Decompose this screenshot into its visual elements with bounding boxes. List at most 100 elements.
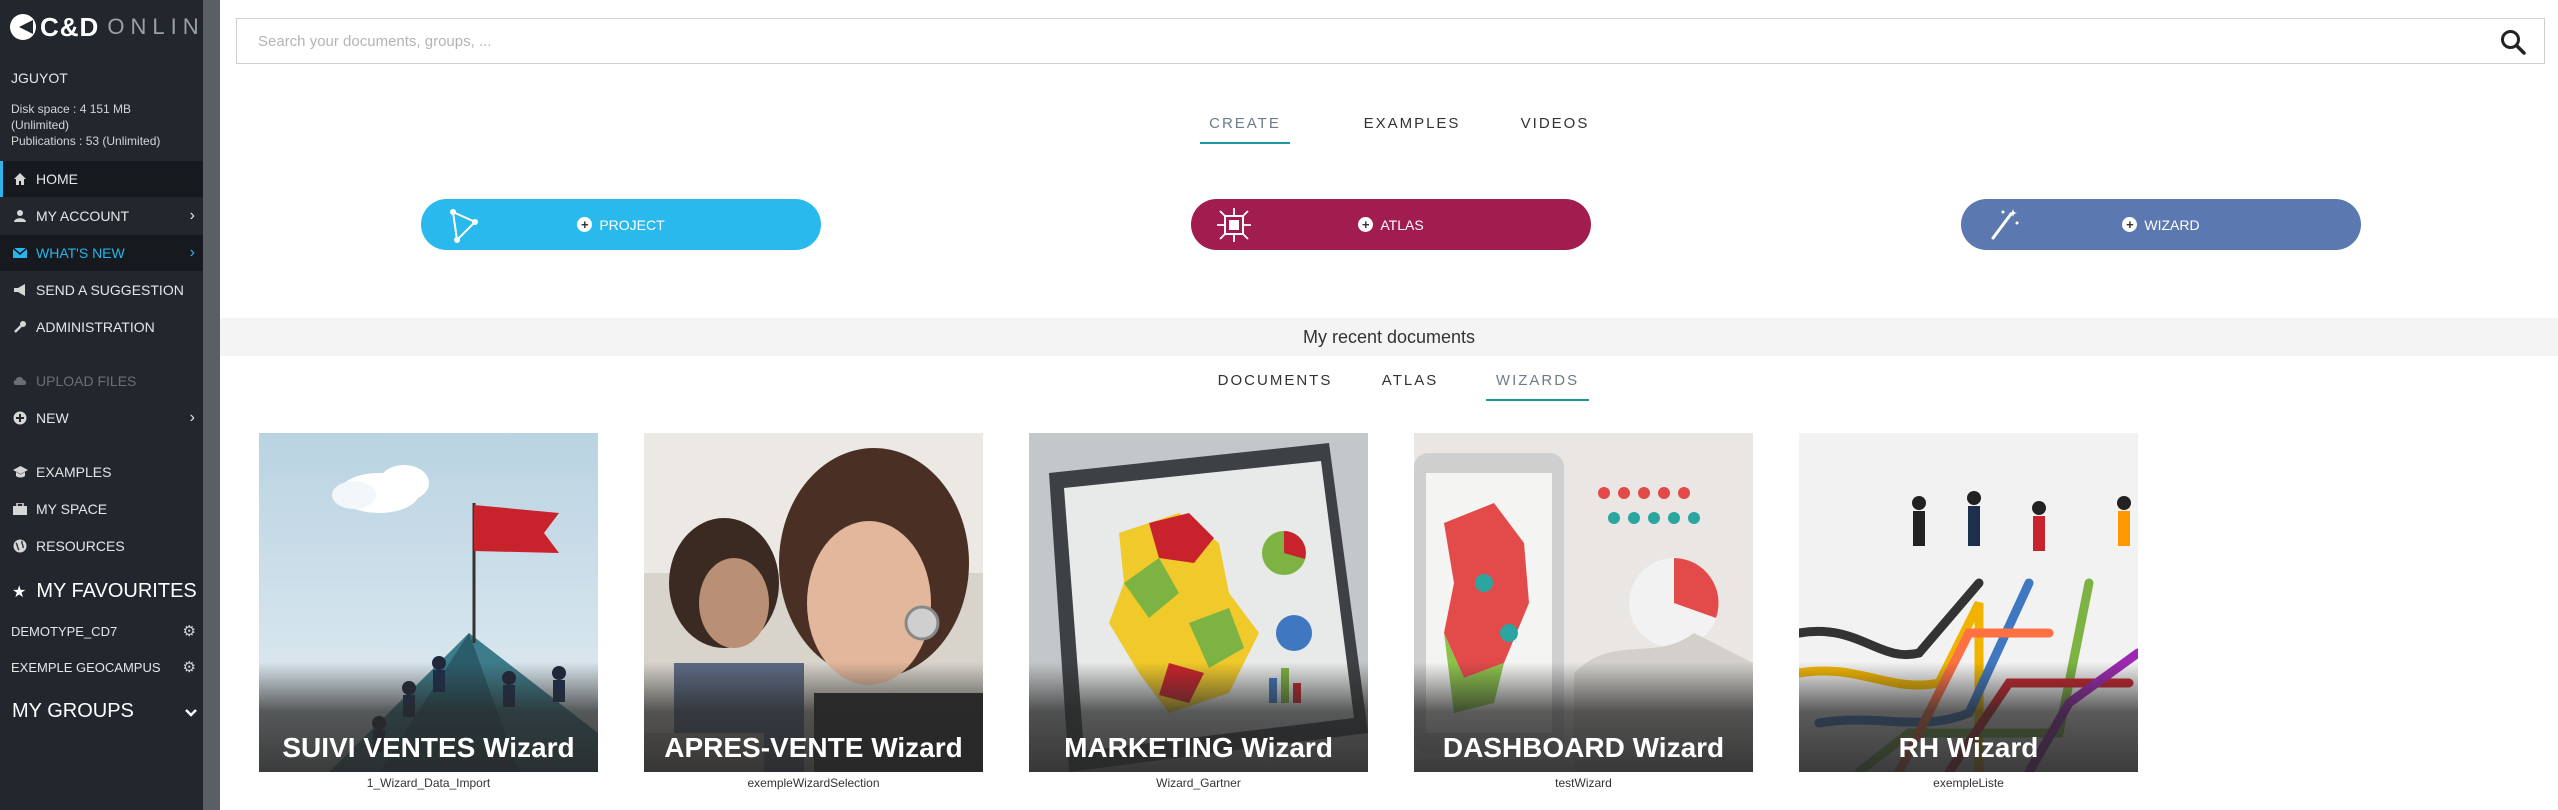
- favourite-label: DEMOTYPE_CD7: [11, 623, 118, 639]
- favourites-title: MY FAVOURITES: [36, 580, 197, 602]
- disk-unlimited: (Unlimited): [11, 118, 70, 132]
- sidebar-item-new[interactable]: NEW ›: [0, 400, 203, 436]
- wizard-card[interactable]: RH Wizard exempleListe: [1799, 433, 2138, 790]
- sidebar-item-label: HOME: [36, 171, 78, 187]
- star-icon: ★: [12, 583, 27, 601]
- card-title: APRES-VENTE Wizard: [664, 732, 963, 763]
- sidebar-item-label: EXAMPLES: [36, 464, 112, 480]
- app-logo[interactable]: C&D ONLINE: [10, 10, 225, 44]
- favourite-item[interactable]: EXEMPLE GEOCAMPUS ⚙: [11, 658, 196, 676]
- wizard-card[interactable]: DASHBOARD Wizard testWizard: [1414, 433, 1753, 790]
- recent-documents-title: My recent documents: [1302, 326, 1476, 347]
- card-thumbnail: SUIVI VENTES Wizard: [259, 433, 598, 772]
- wrench-icon: [12, 319, 28, 335]
- sidebar-item-label: WHAT'S NEW: [36, 245, 125, 261]
- sidebar-scrollbar[interactable]: [203, 0, 220, 810]
- wizard-card[interactable]: APRES-VENTE Wizard exempleWizardSelectio…: [644, 433, 983, 790]
- card-filename: exempleWizardSelection: [747, 776, 880, 790]
- plus-circle-icon: +: [2122, 217, 2138, 232]
- publications-count: Publications : 53 (Unlimited): [11, 134, 161, 148]
- button-label: ATLAS: [1380, 216, 1424, 233]
- card-filename: 1_Wizard_Data_Import: [366, 776, 491, 790]
- chevron-right-icon: ›: [189, 207, 195, 224]
- chevron-down-icon: [185, 704, 197, 720]
- favourites-header[interactable]: ★ MY FAVOURITES: [12, 580, 197, 603]
- sidebar-item-administration[interactable]: ADMINISTRATION: [0, 309, 203, 345]
- button-label: WIZARD: [2144, 216, 2200, 233]
- card-filename: testWizard: [1555, 776, 1612, 790]
- create-wizard-button[interactable]: + WIZARD: [1961, 199, 2361, 250]
- sidebar-item-label: SEND A SUGGESTION: [36, 282, 184, 298]
- envelope-icon: [12, 245, 28, 261]
- sidebar-item-resources[interactable]: RESOURCES: [0, 528, 203, 564]
- graduation-icon: [12, 464, 28, 480]
- card-filename: exempleListe: [1933, 776, 2004, 790]
- tab-label: CREATE: [1209, 115, 1281, 132]
- chevron-right-icon: ›: [189, 409, 195, 426]
- megaphone-icon: [12, 282, 28, 298]
- sidebar-item-home[interactable]: HOME: [0, 161, 203, 197]
- user-icon: [12, 208, 28, 224]
- wizard-card[interactable]: SUIVI VENTES Wizard 1_Wizard_Data_Import: [259, 433, 598, 790]
- chevron-right-icon: ›: [189, 244, 195, 261]
- search-input[interactable]: [237, 19, 2544, 63]
- card-thumbnail: MARKETING Wizard: [1029, 433, 1368, 772]
- tab-label: WIZARDS: [1495, 372, 1580, 389]
- create-atlas-button[interactable]: + ATLAS: [1191, 199, 1591, 250]
- favourite-item[interactable]: DEMOTYPE_CD7 ⚙: [11, 622, 196, 640]
- tab-label: EXAMPLES: [1363, 115, 1461, 132]
- tab-wizards[interactable]: WIZARDS: [1486, 372, 1589, 401]
- globe-icon: [12, 538, 28, 554]
- card-thumbnail: RH Wizard: [1799, 433, 2138, 772]
- card-filename: Wizard_Gartner: [1156, 776, 1241, 790]
- wizard-card[interactable]: MARKETING Wizard Wizard_Gartner: [1029, 433, 1368, 790]
- sidebar: C&D ONLINE JGUYOT Disk space : 4 151 MB …: [0, 0, 219, 810]
- groups-header[interactable]: MY GROUPS: [12, 700, 197, 723]
- disk-info: Disk space : 4 151 MB (Unlimited) Public…: [11, 101, 201, 149]
- plus-circle-icon: +: [1358, 217, 1374, 232]
- card-title: RH Wizard: [1898, 732, 2039, 763]
- sidebar-item-upload-files[interactable]: UPLOAD FILES: [0, 363, 203, 399]
- sidebar-item-send-suggestion[interactable]: SEND A SUGGESTION: [0, 272, 203, 308]
- briefcase-icon: [12, 501, 28, 517]
- sidebar-item-label: NEW: [36, 410, 69, 426]
- tab-label: DOCUMENTS: [1217, 372, 1333, 389]
- card-title: MARKETING Wizard: [1064, 732, 1333, 763]
- button-label: PROJECT: [599, 216, 665, 233]
- tab-underline: [1200, 142, 1290, 144]
- sidebar-item-my-space[interactable]: MY SPACE: [0, 491, 203, 527]
- sidebar-item-label: ADMINISTRATION: [36, 319, 155, 335]
- tab-atlas[interactable]: ATLAS: [1370, 372, 1450, 389]
- sidebar-item-whats-new[interactable]: WHAT'S NEW ›: [0, 235, 203, 271]
- create-project-button[interactable]: + PROJECT: [421, 199, 821, 250]
- atlas-icon: [1215, 206, 1253, 244]
- search-icon[interactable]: [2500, 29, 2526, 55]
- gear-icon[interactable]: ⚙: [183, 658, 196, 676]
- logo-text: C&D: [40, 11, 100, 42]
- sidebar-item-examples[interactable]: EXAMPLES: [0, 454, 203, 490]
- sidebar-item-my-account[interactable]: MY ACCOUNT ›: [0, 198, 203, 234]
- groups-title: MY GROUPS: [12, 700, 134, 722]
- search-bar: [236, 18, 2545, 64]
- card-thumbnail: DASHBOARD Wizard: [1414, 433, 1753, 772]
- tab-examples[interactable]: EXAMPLES: [1347, 115, 1477, 132]
- magic-wand-icon: [1985, 206, 2023, 244]
- user-name: JGUYOT: [11, 70, 68, 86]
- recent-documents-header: My recent documents: [220, 318, 2558, 356]
- cloud-upload-icon: [12, 373, 28, 389]
- sidebar-item-label: UPLOAD FILES: [36, 373, 137, 389]
- project-icon: [445, 206, 483, 244]
- create-tabs: CREATE EXAMPLES VIDEOS: [220, 115, 2558, 145]
- card-title: DASHBOARD Wizard: [1442, 732, 1725, 763]
- logo-icon: [10, 14, 36, 40]
- plus-circle-icon: [12, 410, 28, 426]
- gear-icon[interactable]: ⚙: [183, 622, 196, 640]
- favourite-label: EXEMPLE GEOCAMPUS: [11, 659, 161, 675]
- tab-documents[interactable]: DOCUMENTS: [1200, 372, 1350, 389]
- main-content: CREATE EXAMPLES VIDEOS + PROJECT + ATLAS…: [220, 0, 2558, 810]
- sidebar-item-label: MY SPACE: [36, 501, 108, 517]
- plus-circle-icon: +: [577, 217, 593, 232]
- tab-label: VIDEOS: [1520, 115, 1590, 132]
- tab-videos[interactable]: VIDEOS: [1500, 115, 1610, 132]
- tab-create[interactable]: CREATE: [1200, 115, 1290, 144]
